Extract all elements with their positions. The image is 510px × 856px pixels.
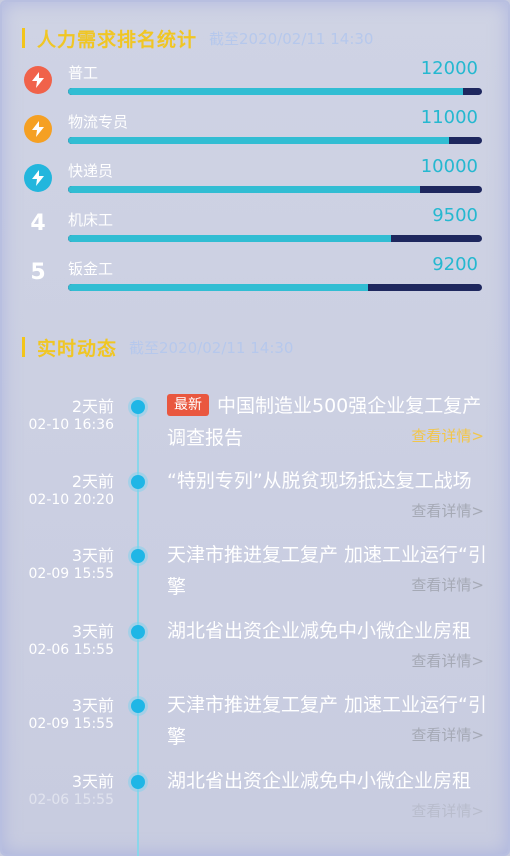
timeline-date: 02-09 15:55 [28, 566, 114, 582]
ranking-row: 快递员 10000 [22, 156, 484, 200]
ranking-label: 普工 [68, 64, 99, 82]
ranking-bar-track [68, 137, 482, 144]
ranking-label: 钣金工 [68, 260, 114, 278]
bolt-icon [24, 115, 52, 143]
ranking-header: 人力需求排名统计 截至2020/02/11 14:30 [22, 26, 374, 51]
timeline-item: 3天前 02-09 15:55 天津市推进复工复产 加速工业运行“引擎 查看详情… [0, 542, 510, 612]
ranking-bar-track [68, 88, 482, 95]
timeline-item: 2天前 02-10 20:20 “特别专列”从脱贫现场抵达复工战场 查看详情> [0, 468, 510, 538]
ranking-label: 物流专员 [68, 113, 129, 131]
timeline-date: 02-09 15:55 [28, 716, 114, 732]
timeline-header: 实时动态 截至2020/02/11 14:30 [22, 335, 294, 360]
timeline-item: 3天前 02-06 15:55 湖北省出资企业减免中小微企业房租 查看详情> [0, 768, 510, 838]
timeline-dot [131, 549, 145, 563]
ranking-value: 10000 [420, 156, 478, 177]
timeline-title: 实时动态 [37, 337, 118, 360]
ranking-number: 4 [30, 211, 46, 236]
timeline-relative-time: 2天前 [71, 472, 114, 491]
ranking-value: 11000 [420, 107, 478, 128]
ranking-value: 9500 [432, 205, 478, 226]
ranking-bar-fill [68, 186, 420, 193]
header-accent-bar [22, 28, 25, 48]
ranking-title: 人力需求排名统计 [37, 28, 198, 51]
bolt-icon [24, 164, 52, 192]
view-details-link[interactable]: 查看详情> [411, 500, 484, 521]
ranking-bar-track [68, 235, 482, 242]
ranking-bar-fill [68, 284, 369, 291]
ranking-bar-fill [68, 137, 449, 144]
timeline-item: 3天前 02-09 15:55 天津市推进复工复产 加速工业运行“引擎 查看详情… [0, 692, 510, 762]
ranking-row: 5 钣金工 9200 [22, 254, 484, 298]
timeline-item: 3天前 02-06 15:55 湖北省出资企业减免中小微企业房租 查看详情> [0, 618, 510, 688]
timeline-date: 02-10 20:20 [28, 492, 114, 508]
view-details-link[interactable]: 查看详情> [411, 425, 484, 446]
timeline-item: 2天前 02-10 16:36 最新 中国制造业500强企业复工复产调查报告 查看… [0, 393, 510, 463]
timeline-relative-time: 3天前 [71, 546, 114, 565]
timeline-relative-time: 3天前 [71, 622, 114, 641]
ranking-bar-track [68, 284, 482, 291]
timeline-relative-time: 3天前 [71, 696, 114, 715]
timeline-news-title[interactable]: “特别专列”从脱贫现场抵达复工战场 [167, 465, 493, 497]
timeline-date: 02-10 16:36 [28, 417, 114, 433]
timeline-dot [131, 625, 145, 639]
ranking-value: 12000 [420, 58, 478, 79]
header-accent-bar [22, 337, 25, 357]
timeline-relative-time: 2天前 [71, 397, 114, 416]
ranking-row: 4 机床工 9500 [22, 205, 484, 249]
ranking-row: 普工 12000 [22, 58, 484, 102]
ranking-subtitle: 截至2020/02/11 14:30 [209, 29, 374, 48]
ranking-row: 物流专员 11000 [22, 107, 484, 151]
view-details-link[interactable]: 查看详情> [411, 724, 484, 745]
timeline-dot [131, 775, 145, 789]
news-title-text: 湖北省出资企业减免中小微企业房租 [167, 770, 472, 792]
ranking-bar-fill [68, 235, 391, 242]
timeline-relative-time: 3天前 [71, 772, 114, 791]
ranking-label: 快递员 [68, 162, 114, 180]
ranking-bar-fill [68, 88, 464, 95]
timeline-dot [131, 400, 145, 414]
view-details-link[interactable]: 查看详情> [411, 650, 484, 671]
ranking-label: 机床工 [68, 211, 114, 229]
timeline-subtitle: 截至2020/02/11 14:30 [129, 338, 294, 357]
timeline-date: 02-06 15:55 [28, 792, 114, 808]
news-title-text: “特别专列”从脱贫现场抵达复工战场 [167, 470, 472, 492]
news-title-text: 湖北省出资企业减免中小微企业房租 [167, 620, 472, 642]
ranking-bar-track [68, 186, 482, 193]
timeline-date: 02-06 15:55 [28, 642, 114, 658]
timeline-dot [131, 475, 145, 489]
timeline-news-title[interactable]: 湖北省出资企业减免中小微企业房租 [167, 615, 493, 647]
view-details-link[interactable]: 查看详情> [411, 574, 484, 595]
timeline-news-title[interactable]: 湖北省出资企业减免中小微企业房租 [167, 765, 493, 797]
timeline-dot [131, 699, 145, 713]
ranking-value: 9200 [432, 254, 478, 275]
latest-badge: 最新 [167, 394, 209, 416]
view-details-link[interactable]: 查看详情> [411, 800, 484, 821]
bolt-icon [24, 66, 52, 94]
ranking-number: 5 [30, 260, 46, 285]
